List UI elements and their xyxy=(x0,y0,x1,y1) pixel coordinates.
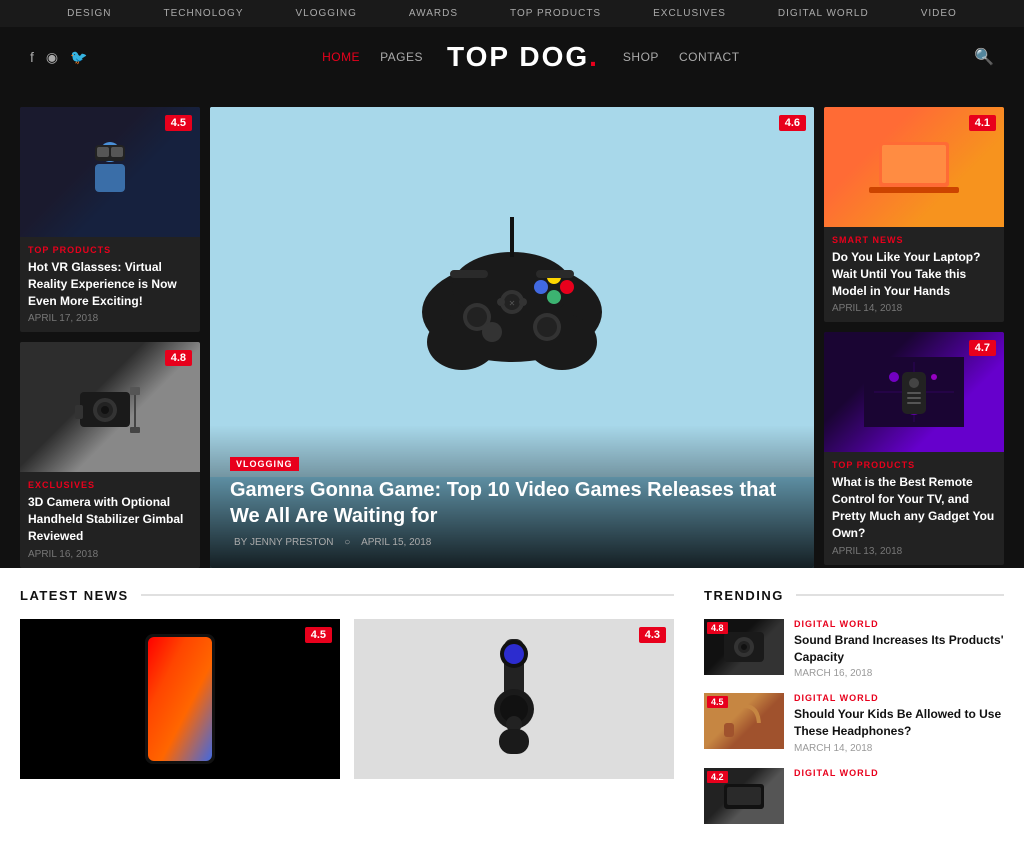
trending-item-3[interactable]: 4.2 DIGITAL WORLD xyxy=(704,768,1004,824)
hero-card-remote-date: APRIL 13, 2018 xyxy=(832,546,996,557)
topbar-technology[interactable]: Technology xyxy=(149,8,257,19)
top-bar: Design Technology Vlogging Awards Top Pr… xyxy=(0,0,1024,27)
trending-divider xyxy=(796,594,1004,596)
instagram-link[interactable]: ◉ xyxy=(46,49,58,66)
hero-card-camera-title: 3D Camera with Optional Handheld Stabili… xyxy=(28,494,192,544)
trending-badge-3: 4.2 xyxy=(707,771,728,783)
site-title: TOP DOG. xyxy=(447,41,599,73)
trending-title-2: Should Your Kids Be Allowed to Use These… xyxy=(794,706,1004,740)
hero-card-laptop-category: SMART NEWS xyxy=(832,235,996,245)
hero-card-camera-category: EXCLUSIVES xyxy=(28,480,192,490)
trending-title-1: Sound Brand Increases Its Products' Capa… xyxy=(794,632,1004,666)
hero-card-laptop-date: APRIL 14, 2018 xyxy=(832,303,996,314)
hero-card-vr[interactable]: 4.5 TOP PRODUCTS Hot VR Glasses: Virtual… xyxy=(20,107,200,332)
latest-news-section: LATEST NEWS xyxy=(20,588,674,838)
hero-card-remote-category: TOP PRODUCTS xyxy=(832,460,996,470)
trending-thumb-3: 4.2 xyxy=(704,768,784,824)
hero-left-column: 4.5 TOP PRODUCTS Hot VR Glasses: Virtual… xyxy=(20,107,200,568)
trending-thumb-speaker: 4.8 xyxy=(704,619,784,675)
main-nav-left: HOME PAGES xyxy=(322,50,423,64)
hero-center-title: Gamers Gonna Game: Top 10 Video Games Re… xyxy=(230,477,794,529)
hero-card-remote-title: What is the Best Remote Control for Your… xyxy=(832,474,996,541)
hero-center-category: VLOGGING xyxy=(230,457,299,471)
nav-shop[interactable]: SHOP xyxy=(623,50,659,64)
title-dot: . xyxy=(589,41,599,72)
trending-category-3: DIGITAL WORLD xyxy=(794,768,1004,778)
topbar-awards[interactable]: Awards xyxy=(395,8,472,19)
hero-center[interactable]: ✕ 4.6 VLOGGING Gamers Gonna Game: Top 10… xyxy=(210,107,814,568)
topbar-top-products[interactable]: Top Products xyxy=(496,8,615,19)
hero-center-author: BY JENNY PRESTON xyxy=(234,537,333,548)
topbar-vlogging[interactable]: Vlogging xyxy=(282,8,371,19)
twitter-link[interactable]: 🐦 xyxy=(70,49,87,66)
trending-badge-1: 4.8 xyxy=(707,622,728,634)
hero-card-camera-date: APRIL 16, 2018 xyxy=(28,549,192,560)
search-icon[interactable]: 🔍 xyxy=(974,47,994,67)
hero-card-camera-badge: 4.8 xyxy=(165,350,192,366)
news-card-phone[interactable]: 4.5 xyxy=(20,619,340,779)
news-card-gadget-badge: 4.3 xyxy=(639,627,666,643)
hero-card-laptop[interactable]: 4.1 SMART NEWS Do You Like Your Laptop? … xyxy=(824,107,1004,322)
trending-badge-2: 4.5 xyxy=(707,696,728,708)
latest-news-title: LATEST NEWS xyxy=(20,588,141,603)
section-divider xyxy=(141,594,674,596)
trending-category-2: DIGITAL WORLD xyxy=(794,693,1004,703)
main-nav-right: SHOP CONTACT xyxy=(623,50,740,64)
hero-card-remote-badge: 4.7 xyxy=(969,340,996,356)
lower-section: LATEST NEWS xyxy=(0,568,1024,858)
latest-news-grid: 4.5 xyxy=(20,619,674,779)
svg-text:✕: ✕ xyxy=(509,299,516,308)
hero-card-laptop-title: Do You Like Your Laptop? Wait Until You … xyxy=(832,249,996,299)
hero-center-date: APRIL 15, 2018 xyxy=(361,537,431,548)
nav-contact[interactable]: CONTACT xyxy=(679,50,740,64)
trending-date-1: MARCH 16, 2018 xyxy=(794,668,1004,679)
hero-card-remote[interactable]: 4.7 TOP PRODUCTS What is the Best Remote… xyxy=(824,332,1004,564)
hero-card-vr-badge: 4.5 xyxy=(165,115,192,131)
trending-category-1: DIGITAL WORLD xyxy=(794,619,1004,629)
hero-card-laptop-badge: 4.1 xyxy=(969,115,996,131)
trending-title: TRENDING xyxy=(704,588,796,603)
hero-right-column: 4.1 SMART NEWS Do You Like Your Laptop? … xyxy=(824,107,1004,568)
topbar-digital-world[interactable]: Digital World xyxy=(764,8,883,19)
hero-center-badge: 4.6 xyxy=(779,115,806,131)
hero-center-meta: BY JENNY PRESTON ○ APRIL 15, 2018 xyxy=(230,537,794,548)
hero-card-vr-date: APRIL 17, 2018 xyxy=(28,313,192,324)
facebook-link[interactable]: f xyxy=(30,49,34,66)
social-links: f ◉ 🐦 xyxy=(30,49,88,66)
topbar-video[interactable]: Video xyxy=(907,8,971,19)
news-card-gadget[interactable]: 4.3 xyxy=(354,619,674,779)
hero-card-vr-category: TOP PRODUCTS xyxy=(28,245,192,255)
topbar-exclusives[interactable]: Exclusives xyxy=(639,8,740,19)
nav-home[interactable]: HOME xyxy=(322,50,360,64)
nav-pages[interactable]: PAGES xyxy=(380,50,423,64)
trending-thumb-headphones: 4.5 xyxy=(704,693,784,749)
hero-section: 4.5 TOP PRODUCTS Hot VR Glasses: Virtual… xyxy=(0,87,1024,568)
trending-section: TRENDING 4.8 DIGITAL WORLD Sound Brand I xyxy=(704,588,1004,838)
hero-card-camera[interactable]: 4.8 EXCLUSIVES 3D Camera with Optional H… xyxy=(20,342,200,567)
hero-card-vr-title: Hot VR Glasses: Virtual Reality Experien… xyxy=(28,259,192,309)
topbar-design[interactable]: Design xyxy=(53,8,125,19)
trending-item-speaker[interactable]: 4.8 DIGITAL WORLD Sound Brand Increases … xyxy=(704,619,1004,680)
site-header: f ◉ 🐦 HOME PAGES TOP DOG. SHOP CONTACT 🔍 xyxy=(0,27,1024,87)
news-card-phone-badge: 4.5 xyxy=(305,627,332,643)
